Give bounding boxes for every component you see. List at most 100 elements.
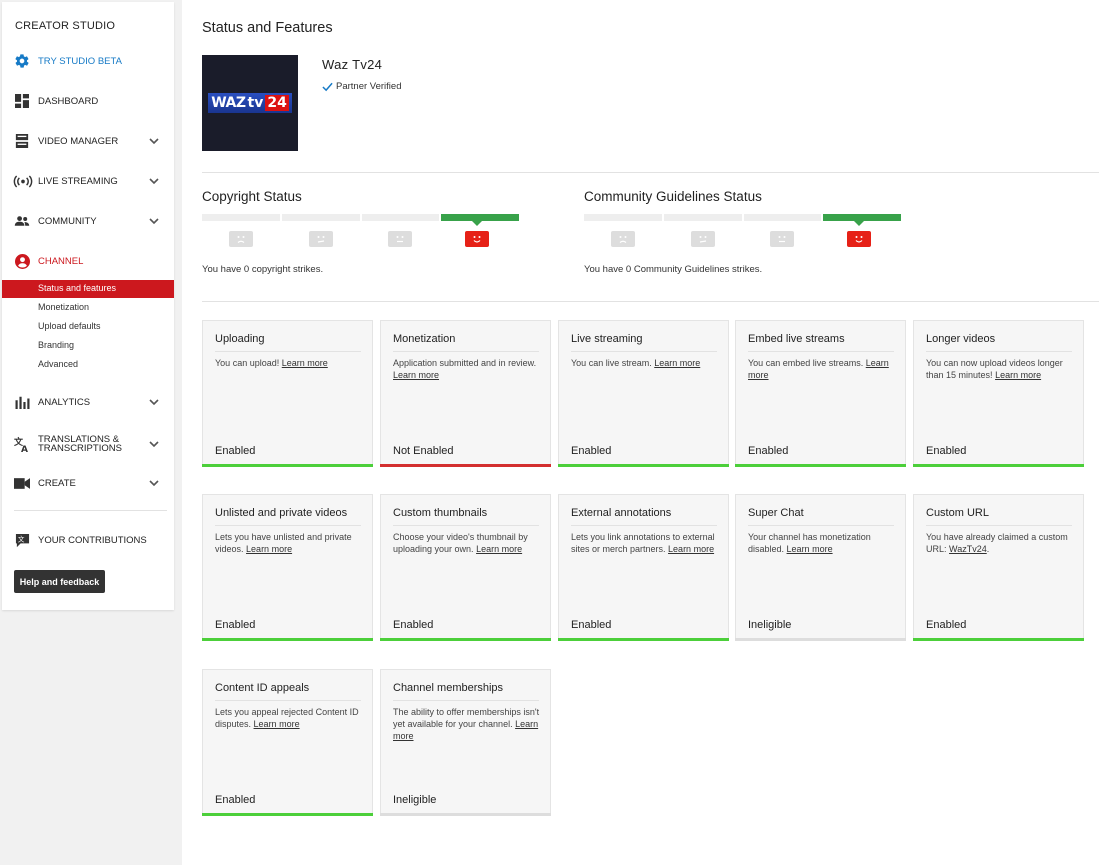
card-title: Channel memberships — [393, 682, 504, 694]
card-status-bar — [913, 638, 1084, 641]
sidebar-item-try-studio-beta[interactable]: TRY STUDIO BETA — [2, 49, 174, 73]
sidebar-item-channel[interactable]: CHANNEL — [2, 249, 174, 273]
learn-more-link[interactable]: Learn more — [393, 370, 439, 380]
card-status-bar — [380, 813, 551, 816]
card-status-bar — [735, 464, 906, 467]
custom-url-link[interactable]: WazTv24 — [949, 544, 987, 554]
card-status: Enabled — [748, 445, 789, 457]
translate-icon: 文A — [14, 436, 30, 452]
channel-logo: WAZ tv 24 — [208, 93, 292, 113]
sidebar-item-video-manager[interactable]: VIDEO MANAGER — [2, 129, 174, 153]
sidebar-subitem-branding[interactable]: Branding — [2, 337, 174, 355]
card-status-bar — [558, 638, 729, 641]
learn-more-link[interactable]: Learn more — [476, 544, 522, 554]
learn-more-link[interactable]: Learn more — [254, 719, 300, 729]
learn-more-link[interactable]: Learn more — [282, 358, 328, 368]
svg-text:A: A — [21, 445, 28, 452]
card-status: Enabled — [215, 794, 256, 806]
copyright-strike-bar — [202, 214, 519, 226]
card-status-bar — [735, 638, 906, 641]
strike-segment — [202, 214, 280, 221]
neutral-face-icon — [770, 231, 794, 247]
learn-more-link[interactable]: Learn more — [787, 544, 833, 554]
chevron-down-icon — [149, 480, 159, 487]
account-icon — [14, 253, 30, 269]
strike-pointer — [472, 221, 482, 226]
sidebar-item-community[interactable]: COMMUNITY — [2, 209, 174, 233]
card-title: Content ID appeals — [215, 682, 310, 694]
sidebar-subitem-label: Branding — [38, 340, 75, 350]
help-and-feedback-button[interactable]: Help and feedback — [14, 570, 105, 593]
logo-text-tv: tv — [247, 95, 264, 111]
card-description-text: Application submitted and in review. — [393, 358, 537, 368]
partner-verified-label: Partner Verified — [336, 81, 402, 92]
sidebar-subitem-advanced[interactable]: Advanced — [2, 356, 174, 374]
main-content: Status and Features WAZ tv 24 Waz Tv24 P… — [182, 0, 1118, 865]
card-divider — [926, 525, 1072, 526]
card-description-text: You can live stream. — [571, 358, 652, 368]
card-divider — [215, 351, 361, 352]
sidebar-item-your-contributions[interactable]: 文 YOUR CONTRIBUTIONS — [2, 528, 174, 552]
feature-card-uploading: Uploading You can upload! Learn more Ena… — [202, 320, 373, 467]
card-description: Lets you link annotations to external si… — [571, 531, 721, 555]
sidebar: CREATOR STUDIO TRY STUDIO BETA DASHBOARD… — [2, 2, 174, 610]
contributions-icon: 文 — [14, 532, 30, 548]
sidebar-item-dashboard[interactable]: DASHBOARD — [2, 89, 174, 113]
logo-text-waz: WAZ — [211, 95, 246, 111]
chevron-down-icon — [149, 441, 159, 448]
sidebar-subitem-label: Advanced — [38, 359, 79, 369]
sidebar-item-label: DASHBOARD — [38, 95, 99, 107]
sidebar-item-live-streaming[interactable]: LIVE STREAMING — [2, 169, 174, 193]
card-status-bar — [202, 813, 373, 816]
sidebar-subitem-upload-defaults[interactable]: Upload defaults — [2, 318, 174, 336]
card-description: Your channel has monetization disabled. … — [748, 531, 898, 555]
card-title: Embed live streams — [748, 333, 845, 345]
card-description: You can embed live streams. Learn more — [748, 357, 898, 381]
learn-more-link[interactable]: Learn more — [654, 358, 700, 368]
card-title: Longer videos — [926, 333, 996, 345]
card-divider — [393, 351, 539, 352]
feature-card-channel-memberships: Channel memberships The ability to offer… — [380, 669, 551, 816]
channel-name[interactable]: Waz Tv24 — [322, 57, 382, 72]
card-description-text: You can upload! — [215, 358, 280, 368]
card-status-bar — [558, 464, 729, 467]
sidebar-item-create[interactable]: CREATE — [2, 471, 174, 495]
card-status: Enabled — [215, 445, 256, 457]
card-description-text: You can embed live streams. — [748, 358, 864, 368]
learn-more-link[interactable]: Learn more — [668, 544, 714, 554]
strike-segment-current — [441, 214, 519, 221]
card-description: Lets you have unlisted and private video… — [215, 531, 365, 555]
create-icon — [14, 475, 30, 491]
sidebar-item-label-line2: TRANSCRIPTIONS — [38, 443, 122, 454]
chevron-down-icon — [149, 218, 159, 225]
feature-card-super-chat: Super Chat Your channel has monetization… — [735, 494, 906, 641]
sad-face-icon — [611, 231, 635, 247]
card-status: Enabled — [571, 445, 612, 457]
strike-pointer — [854, 221, 864, 226]
community-status-text: You have 0 Community Guidelines strikes. — [584, 264, 763, 275]
dashboard-icon — [14, 93, 30, 109]
strike-segment — [584, 214, 662, 221]
copyright-status: Copyright Status You have 0 copyright st… — [202, 189, 522, 275]
channel-avatar[interactable]: WAZ tv 24 — [202, 55, 298, 151]
card-title: Unlisted and private videos — [215, 507, 348, 519]
sidebar-item-label: TRY STUDIO BETA — [38, 55, 122, 67]
strike-segment — [282, 214, 360, 221]
strike-segment — [664, 214, 742, 221]
sidebar-subitem-monetization[interactable]: Monetization — [2, 299, 174, 317]
copyright-status-text: You have 0 copyright strikes. — [202, 264, 324, 275]
card-divider — [571, 525, 717, 526]
feature-card-custom-thumbnails: Custom thumbnails Choose your video's th… — [380, 494, 551, 641]
learn-more-link[interactable]: Learn more — [246, 544, 292, 554]
sidebar-subitem-status-and-features[interactable]: Status and features — [2, 280, 174, 298]
strike-segment — [744, 214, 821, 221]
neutral-face-icon — [388, 231, 412, 247]
learn-more-link[interactable]: Learn more — [995, 370, 1041, 380]
sidebar-item-translations[interactable]: 文A TRANSLATIONS & TRANSCRIPTIONS — [2, 431, 174, 457]
sidebar-item-analytics[interactable]: ANALYTICS — [2, 390, 174, 414]
sidebar-item-label: COMMUNITY — [38, 215, 97, 227]
card-description: You have already claimed a custom URL: W… — [926, 531, 1076, 555]
sidebar-item-label: LIVE STREAMING — [38, 175, 118, 187]
page-title: Status and Features — [202, 20, 333, 36]
card-status-bar — [202, 638, 373, 641]
